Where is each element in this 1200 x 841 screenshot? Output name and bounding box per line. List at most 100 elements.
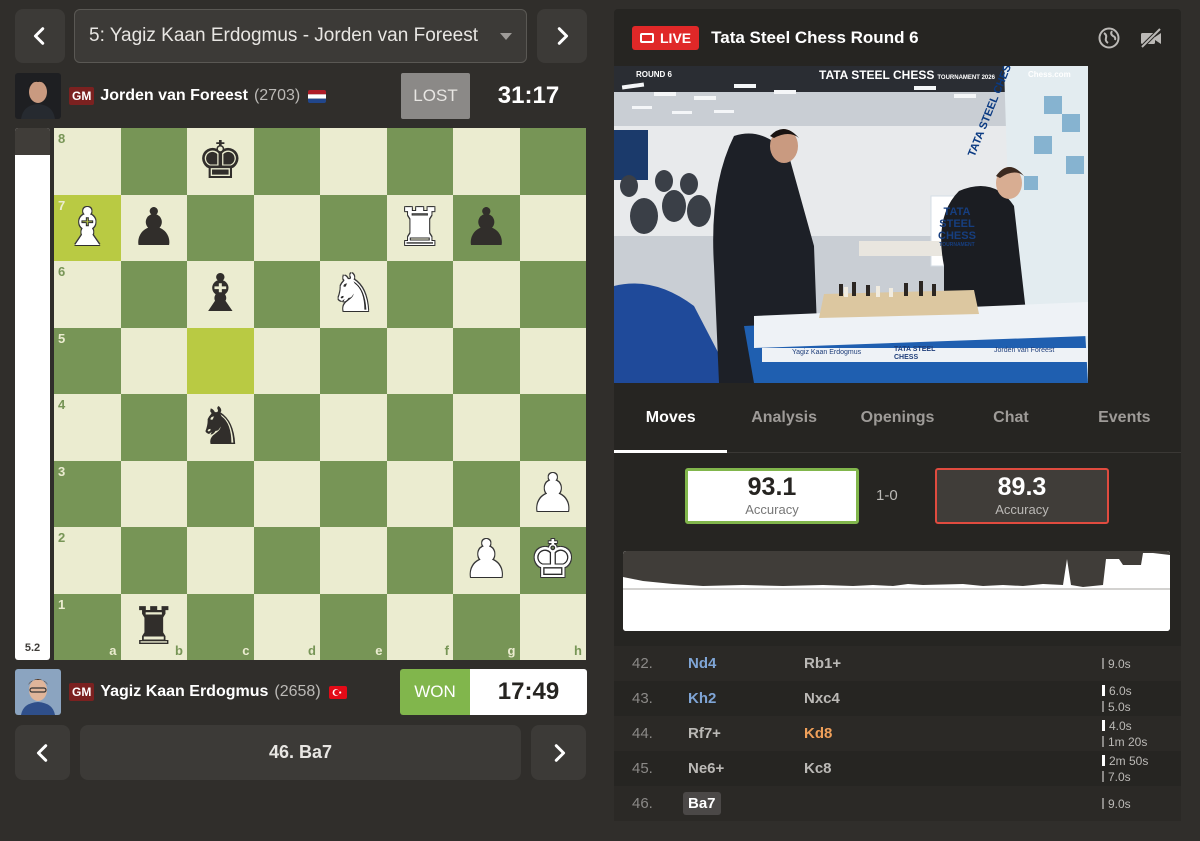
next-game-button[interactable] [537, 9, 587, 63]
square-b5[interactable] [120, 327, 187, 394]
square-g8[interactable] [453, 128, 520, 195]
square-h8[interactable] [519, 128, 586, 195]
square-d8[interactable] [253, 128, 320, 195]
square-f2[interactable] [386, 527, 453, 594]
black-move[interactable]: Kc8 [804, 760, 832, 777]
white-rook-icon[interactable]: ♜ [396, 202, 443, 254]
square-a3[interactable]: 3 [54, 460, 121, 527]
square-e4[interactable] [320, 394, 387, 461]
square-g7[interactable]: ♟ [453, 194, 520, 261]
square-a6[interactable]: 6 [54, 261, 121, 328]
square-f3[interactable] [386, 460, 453, 527]
square-b7[interactable]: ♟ [120, 194, 187, 261]
square-b3[interactable] [120, 460, 187, 527]
square-c5[interactable] [187, 327, 254, 394]
live-video[interactable]: ROUND 6 TATA STEEL CHESS TOURNAMENT 2026 … [614, 66, 1088, 383]
square-c1[interactable]: c [187, 593, 254, 660]
white-pawn-icon[interactable]: ♟ [529, 468, 576, 520]
square-h4[interactable] [519, 394, 586, 461]
square-b8[interactable] [120, 128, 187, 195]
square-h2[interactable]: ♚ [519, 527, 586, 594]
black-move[interactable]: Kd8 [804, 725, 832, 742]
square-f1[interactable]: f [386, 593, 453, 660]
black-pawn-icon[interactable]: ♟ [130, 202, 177, 254]
square-e5[interactable] [320, 327, 387, 394]
square-e1[interactable]: e [320, 593, 387, 660]
square-c3[interactable] [187, 460, 254, 527]
square-h7[interactable] [519, 194, 586, 261]
video-off-icon[interactable] [1139, 26, 1163, 50]
black-king-icon[interactable]: ♚ [197, 135, 244, 187]
next-move-button[interactable] [531, 725, 586, 780]
square-a7[interactable]: 7 ♝ [54, 194, 121, 261]
square-a2[interactable]: 2 [54, 527, 121, 594]
square-a4[interactable]: 4 [54, 394, 121, 461]
tab-events[interactable]: Events [1068, 383, 1181, 452]
white-move[interactable]: Rf7+ [688, 725, 721, 742]
square-g6[interactable] [453, 261, 520, 328]
square-g5[interactable] [453, 327, 520, 394]
square-e6[interactable]: ♞ [320, 261, 387, 328]
square-a5[interactable]: 5 [54, 327, 121, 394]
white-move[interactable]: Nd4 [688, 655, 716, 672]
square-f4[interactable] [386, 394, 453, 461]
avatar[interactable] [15, 73, 61, 119]
black-rook-icon[interactable]: ♜ [130, 601, 177, 653]
square-f5[interactable] [386, 327, 453, 394]
square-e2[interactable] [320, 527, 387, 594]
square-e8[interactable] [320, 128, 387, 195]
square-f7[interactable]: ♜ [386, 194, 453, 261]
evaluation-graph[interactable] [623, 551, 1170, 631]
avatar[interactable] [15, 669, 61, 715]
square-d5[interactable] [253, 327, 320, 394]
tab-openings[interactable]: Openings [841, 383, 954, 452]
square-f6[interactable] [386, 261, 453, 328]
black-move[interactable]: Rb1+ [804, 655, 841, 672]
square-d1[interactable]: d [253, 593, 320, 660]
square-d4[interactable] [253, 394, 320, 461]
white-move[interactable]: Ba7 [683, 792, 721, 815]
white-knight-icon[interactable]: ♞ [330, 268, 377, 320]
white-king-icon[interactable]: ♚ [529, 534, 576, 586]
black-pawn-icon[interactable]: ♟ [463, 202, 510, 254]
previous-move-button[interactable] [15, 725, 70, 780]
square-f8[interactable] [386, 128, 453, 195]
white-pawn-icon[interactable]: ♟ [463, 534, 510, 586]
player-name[interactable]: Yagiz Kaan Erdogmus [100, 683, 268, 701]
square-b1[interactable]: b ♜ [120, 593, 187, 660]
square-g3[interactable] [453, 460, 520, 527]
black-knight-icon[interactable]: ♞ [197, 401, 244, 453]
square-e7[interactable] [320, 194, 387, 261]
white-move[interactable]: Ne6+ [688, 760, 724, 777]
square-e3[interactable] [320, 460, 387, 527]
square-c8[interactable]: ♚ [187, 128, 254, 195]
square-h5[interactable] [519, 327, 586, 394]
chess-board[interactable]: 8 ♚ 7 ♝ ♟ ♜ ♟ 6 ♝ ♞ 5 4 ♞ 3 ♟ 2 ♟ ♚ 1 a b ♜ c d e f g h [54, 128, 586, 660]
square-c7[interactable] [187, 194, 254, 261]
game-select-dropdown[interactable]: 5: Yagiz Kaan Erdogmus - Jorden van Fore… [74, 9, 527, 63]
square-b4[interactable] [120, 394, 187, 461]
square-c2[interactable] [187, 527, 254, 594]
square-h6[interactable] [519, 261, 586, 328]
square-d7[interactable] [253, 194, 320, 261]
tab-analysis[interactable]: Analysis [727, 383, 840, 452]
square-h1[interactable]: h [519, 593, 586, 660]
square-b2[interactable] [120, 527, 187, 594]
square-a8[interactable]: 8 [54, 128, 121, 195]
globe-icon[interactable] [1097, 26, 1121, 50]
tab-chat[interactable]: Chat [954, 383, 1067, 452]
player-name[interactable]: Jorden van Foreest [100, 87, 248, 105]
white-move[interactable]: Kh2 [688, 690, 716, 707]
square-c4[interactable]: ♞ [187, 394, 254, 461]
square-c6[interactable]: ♝ [187, 261, 254, 328]
square-h3[interactable]: ♟ [519, 460, 586, 527]
square-g4[interactable] [453, 394, 520, 461]
square-d3[interactable] [253, 460, 320, 527]
black-move[interactable]: Nxc4 [804, 690, 840, 707]
square-d6[interactable] [253, 261, 320, 328]
white-bishop-icon[interactable]: ♝ [64, 202, 111, 254]
square-g2[interactable]: ♟ [453, 527, 520, 594]
square-d2[interactable] [253, 527, 320, 594]
square-g1[interactable]: g [453, 593, 520, 660]
tab-moves[interactable]: Moves [614, 383, 728, 453]
